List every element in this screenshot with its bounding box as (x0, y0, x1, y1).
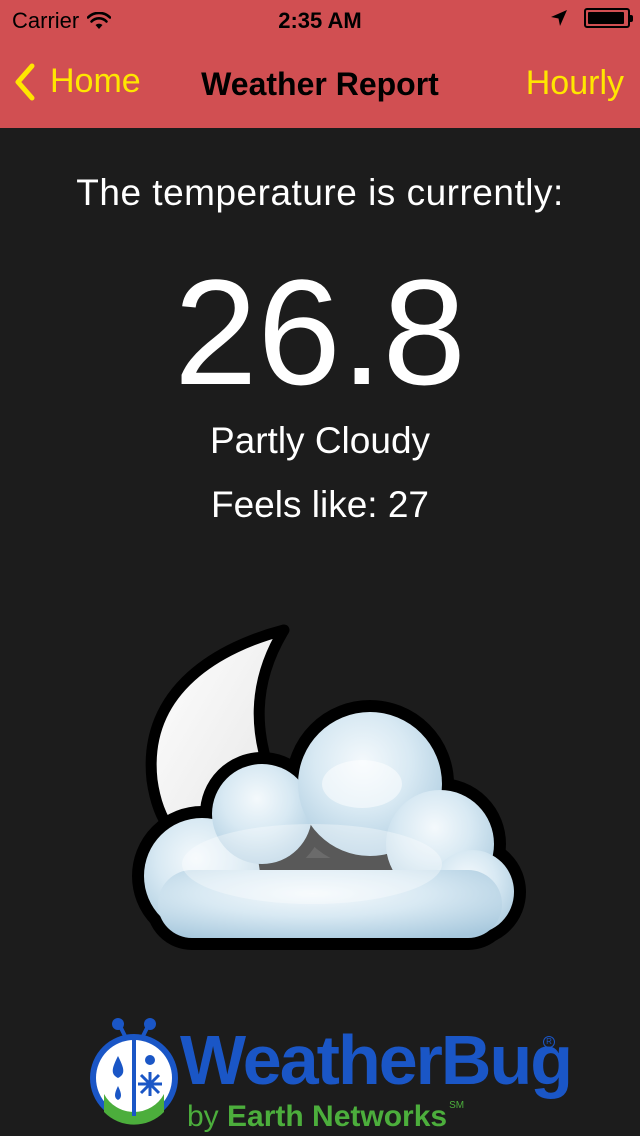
status-bar: Carrier 2:35 AM (0, 0, 640, 40)
navigation-bar: Home Weather Report Hourly (0, 40, 640, 128)
weatherbug-badge-icon (90, 1018, 178, 1125)
temperature-intro: The temperature is currently: (76, 172, 564, 213)
temperature-value: 26.8 (174, 248, 466, 416)
byline-by: by (187, 1100, 219, 1133)
earth-networks-byline: by Earth Networks SM (187, 1100, 464, 1134)
hourly-button[interactable]: Hourly (526, 64, 624, 103)
byline-company: Earth Networks (227, 1100, 448, 1133)
header: Carrier 2:35 AM Home Weather Report Hour (0, 0, 640, 128)
status-time: 2:35 AM (278, 8, 362, 33)
battery-icon (584, 8, 633, 28)
feels-like-text: Feels like: 27 (211, 484, 429, 525)
registered-mark: R (543, 1036, 555, 1048)
weatherbug-wordmark: WeatherBug (180, 1021, 573, 1099)
location-arrow-icon (551, 10, 567, 26)
partly-cloudy-night-icon (132, 624, 526, 950)
service-mark: SM (449, 1100, 465, 1111)
condition-text: Partly Cloudy (209, 420, 431, 461)
status-indicators (550, 8, 633, 28)
weather-content: The temperature is currently: 26.8 Partl… (0, 128, 640, 1136)
weatherbug-logo: WeatherBug R by Earth Networks SM (88, 1016, 573, 1136)
